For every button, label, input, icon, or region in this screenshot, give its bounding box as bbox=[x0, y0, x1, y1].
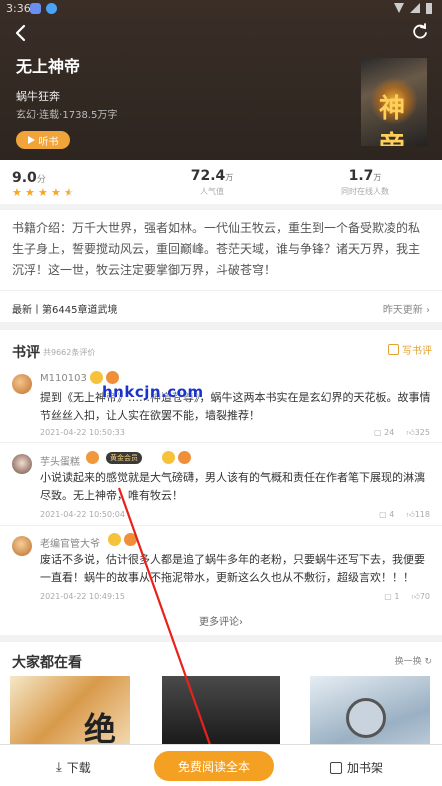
review-text: 小说读起来的感觉就是大气磅礴，男人该有的气概和责任在作者笔下展现的淋漓尽致。无上… bbox=[40, 471, 425, 502]
avatar[interactable] bbox=[12, 536, 32, 556]
refresh-icon[interactable] bbox=[410, 22, 430, 42]
download-icon: ⤓ bbox=[56, 760, 62, 775]
reviews-count: 共9662条评价 bbox=[43, 348, 96, 357]
listen-label: 听书 bbox=[38, 136, 59, 148]
book-author[interactable]: 蜗牛狂奔 bbox=[16, 88, 60, 104]
comment-count[interactable]: ▢ 1 bbox=[384, 592, 399, 602]
status-bar: 3:36 bbox=[0, 0, 442, 18]
vip-badge: 黄金会员 bbox=[106, 452, 142, 464]
intro-text[interactable]: 书籍介绍：万千大世界，强者如林。一代仙王牧云，重生到一个备受欺凌的私生子身上，誓… bbox=[12, 218, 430, 281]
reviews-section: 书评 共9662条评价 写书评 M110103 提到《无上神帝》……神道苍尊》，… bbox=[0, 330, 442, 635]
fan-badge-icon bbox=[162, 451, 175, 464]
wifi-icon bbox=[394, 3, 404, 13]
more-reviews-link[interactable]: 更多评论› bbox=[0, 613, 442, 628]
avatar[interactable] bbox=[12, 454, 32, 474]
bottom-action-bar: ⤓ 下载 免费阅读全本 加书架 bbox=[0, 744, 442, 786]
write-review-button[interactable]: 写书评 bbox=[388, 342, 432, 357]
review-date: 2021-04-22 10:50:04 bbox=[40, 510, 125, 519]
listen-button[interactable]: 听书 bbox=[16, 131, 70, 149]
bookshelf-icon bbox=[330, 761, 342, 774]
add-to-shelf-button[interactable]: 加书架 bbox=[330, 759, 383, 776]
play-icon bbox=[27, 136, 35, 144]
book-meta: 玄幻·连载·1738.5万字 bbox=[16, 110, 118, 121]
review-date: 2021-04-22 10:50:33 bbox=[40, 428, 125, 437]
level-badge-icon bbox=[86, 451, 99, 464]
online-stat: 1.7万 同时在线人数 bbox=[341, 168, 389, 196]
review-actions: ▢ 4 👍︎118 bbox=[379, 510, 430, 520]
book-header: 3:36 无上神帝 蜗牛狂奔 玄幻·连载·1738.5万字 听书 神帝 bbox=[0, 0, 442, 160]
star-icon: ★ bbox=[38, 186, 48, 199]
book-detail-page: 3:36 无上神帝 蜗牛狂奔 玄幻·连载·1738.5万字 听书 神帝 9.0分 bbox=[0, 0, 442, 786]
level-badge-icon bbox=[108, 533, 121, 546]
book-intro: 书籍介绍：万千大世界，强者如林。一代仙王牧云，重生到一个备受欺凌的私生子身上，誓… bbox=[0, 210, 442, 322]
popularity-stat: 72.4万 人气值 bbox=[190, 168, 234, 196]
book-title: 无上神帝 bbox=[16, 57, 81, 76]
avatar[interactable] bbox=[12, 374, 32, 394]
watermark: hnkcjn.com bbox=[102, 383, 204, 401]
star-icon: ★ bbox=[12, 186, 22, 199]
like-count[interactable]: 👍︎325 bbox=[406, 428, 430, 438]
review-item: 老编官管大爷 废话不多说，估计很多人都是追了蜗牛多年的老粉，只要蜗牛还写下去，我… bbox=[0, 530, 442, 608]
book-cover[interactable]: 神帝 bbox=[361, 58, 427, 146]
recommend-title: 大家都在看 bbox=[12, 655, 82, 671]
rating-stars: ★ ★ ★ ★ ★ bbox=[12, 187, 75, 198]
review-text: 废话不多说，估计很多人都是追了蜗牛多年的老粉，只要蜗牛还写下去，我便要一直看！蜗… bbox=[40, 553, 425, 584]
star-icon: ★ bbox=[25, 186, 35, 199]
review-item: M110103 提到《无上神帝》……神道苍尊》，蜗牛这两本书实在是玄幻界的天花板… bbox=[0, 368, 442, 443]
latest-chapter: 最新丨第6445章道武境 bbox=[12, 305, 118, 316]
medal-icon bbox=[178, 451, 191, 464]
free-read-button[interactable]: 免费阅读全本 bbox=[154, 751, 274, 781]
comment-count[interactable]: ▢ 4 bbox=[379, 510, 394, 520]
book-stats: 9.0分 ★ ★ ★ ★ ★ 72.4万 人气值 1.7万 同时在线人数 bbox=[0, 160, 442, 204]
reviewer-name: 芋头蛋糕 bbox=[40, 457, 80, 468]
like-count[interactable]: 👍︎70 bbox=[411, 592, 430, 602]
signal-icon bbox=[410, 3, 420, 13]
reviews-title: 书评 bbox=[12, 345, 40, 361]
review-date: 2021-04-22 10:49:15 bbox=[40, 592, 125, 601]
star-icon: ★ bbox=[51, 186, 61, 199]
app-notification-icon bbox=[30, 3, 41, 14]
fan-badge-icon bbox=[124, 533, 137, 546]
latest-update-time: 昨天更新 › bbox=[382, 305, 430, 316]
review-actions: ▢ 24 👍︎325 bbox=[374, 428, 430, 438]
review-item: 芋头蛋糕 黄金会员 小说读起来的感觉就是大气磅礴，男人该有的气概和责任在作者笔下… bbox=[0, 448, 442, 526]
swap-button[interactable]: 换一换 ↻ bbox=[395, 654, 432, 667]
download-button[interactable]: ⤓ 下载 bbox=[56, 759, 91, 776]
pen-icon bbox=[388, 344, 399, 355]
download-notification-icon bbox=[46, 3, 57, 14]
back-arrow-icon[interactable] bbox=[10, 22, 32, 44]
like-count[interactable]: 👍︎118 bbox=[406, 510, 430, 520]
reviewer-name: 老编官管大爷 bbox=[40, 539, 100, 550]
status-time: 3:36 bbox=[6, 2, 31, 15]
review-text: 提到《无上神帝》……神道苍尊》，蜗牛这两本书实在是玄幻界的天花板。故事情节丝丝入… bbox=[40, 391, 431, 422]
headphone-figure bbox=[346, 698, 386, 738]
score-value: 9.0分 bbox=[12, 170, 46, 186]
battery-icon bbox=[426, 3, 432, 14]
comment-count[interactable]: ▢ 24 bbox=[374, 428, 394, 438]
review-actions: ▢ 1 👍︎70 bbox=[384, 592, 430, 602]
reviewer-name: M110103 bbox=[40, 373, 87, 384]
latest-chapter-row[interactable]: 最新丨第6445章道武境 昨天更新 › bbox=[0, 290, 442, 322]
cover-title: 神帝 bbox=[379, 94, 406, 146]
half-star-icon: ★ bbox=[64, 186, 74, 199]
